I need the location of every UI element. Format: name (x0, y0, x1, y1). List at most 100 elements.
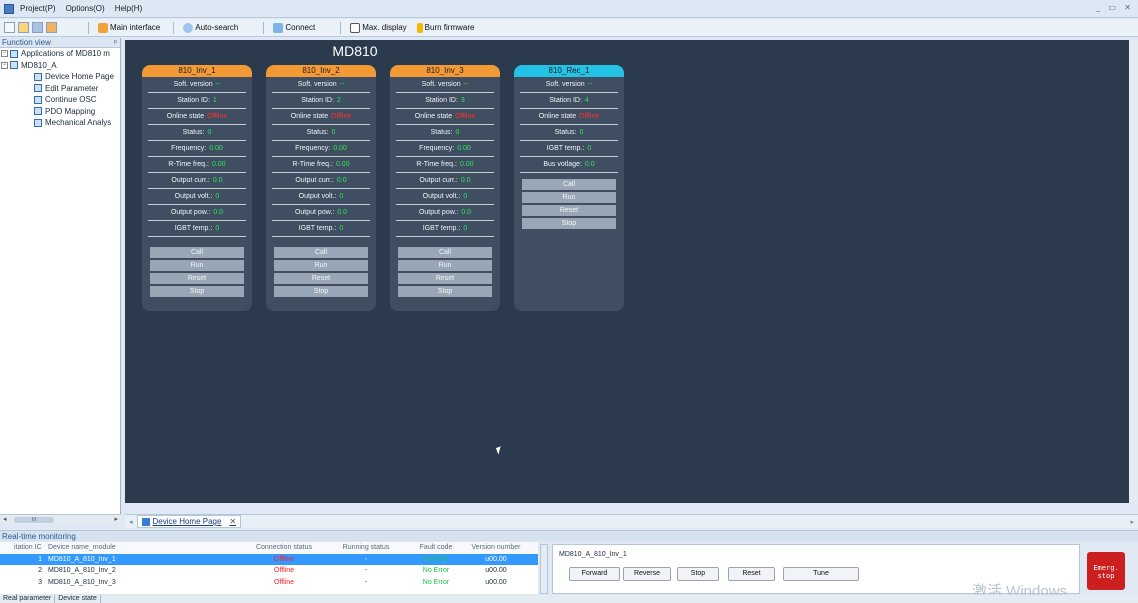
rtime-freq-row: R-Time freq.: 0.00 (148, 157, 246, 173)
connect-button[interactable]: Connect (270, 22, 318, 33)
close-icon[interactable]: ✕ (229, 517, 236, 526)
auto-search-button[interactable]: Auto-search (180, 22, 241, 33)
cell-connection: Offline (273, 578, 295, 586)
cell-fault: No Error (422, 578, 450, 586)
main-vscrollbar[interactable] (1129, 40, 1138, 503)
reset-button[interactable]: Reset (522, 205, 616, 216)
col-version-number[interactable]: Version number (466, 542, 526, 554)
menu-help[interactable]: Help(H) (115, 4, 143, 13)
reset-button[interactable]: Reset (274, 273, 368, 284)
tree-item-device-home-page[interactable]: Device Home Page (0, 71, 120, 83)
row-label: Frequency: (419, 145, 455, 152)
tab-scroll-right-icon[interactable]: ▸ (1130, 518, 1134, 526)
col-running-status[interactable]: Running status (326, 542, 406, 554)
tree-item-edit-parameter[interactable]: Edit Parameter (0, 83, 120, 95)
tab-real-parameter[interactable]: Real parameter (0, 595, 56, 603)
reset-button[interactable]: Reset (728, 567, 775, 581)
row-label: Frequency: (171, 145, 207, 152)
tree-label: Device Home Page (45, 72, 114, 81)
table-row[interactable]: 1 MD810_A_810_Inv_1 Offline - No Error u… (0, 553, 538, 565)
row-value: -- (587, 81, 593, 88)
output-curr-row: Output curr.: 0.0 (272, 173, 370, 189)
toolbar-separator (263, 21, 265, 34)
cell-name: MD810_A_810_Inv_3 (48, 578, 116, 586)
call-button[interactable]: Call (522, 179, 616, 190)
col-fault-code[interactable]: Fault code (406, 542, 466, 554)
menu-project[interactable]: Project(P) (20, 4, 56, 13)
col-connection-status[interactable]: Connection status (242, 542, 326, 554)
stop-button[interactable]: Stop (398, 286, 492, 297)
max-display-button[interactable]: Max. display (347, 22, 409, 33)
col-station-id[interactable]: itation IC (0, 542, 46, 554)
table-row[interactable]: 2 MD810_A_810_Inv_2 Offline - No Error u… (0, 565, 538, 577)
burn-firmware-button[interactable]: Burn firmware (414, 22, 478, 33)
collapse-icon[interactable]: − (1, 50, 8, 58)
run-button[interactable]: Run (522, 192, 616, 203)
reset-button[interactable]: Reset (398, 273, 492, 284)
station-id-row: Station ID: 4 (520, 93, 618, 109)
row-value: 0 (339, 193, 344, 200)
document-tab-bar: ◂ Device Home Page ✕ ▸ (125, 514, 1138, 528)
emergency-stop-button[interactable]: Emerg. stop (1087, 552, 1125, 590)
collapse-icon[interactable]: − (1, 61, 8, 69)
run-button[interactable]: Run (150, 260, 244, 271)
reset-button[interactable]: Reset (150, 273, 244, 284)
col-device-name[interactable]: Device name_module (46, 542, 242, 554)
new-file-icon[interactable] (4, 22, 15, 33)
run-button[interactable]: Run (274, 260, 368, 271)
row-label: Output volt.: (298, 193, 337, 200)
row-value: -- (215, 81, 221, 88)
call-button[interactable]: Call (150, 247, 244, 258)
tune-button[interactable]: Tune (783, 567, 859, 581)
frequency-row: Frequency: 0.00 (396, 141, 494, 157)
row-value: 0.00 (211, 161, 226, 168)
save-icon[interactable] (32, 22, 43, 33)
igbt-temp-row: IGBT temp.: 0 (148, 221, 246, 237)
pin-icon[interactable]: ᵖ (114, 38, 117, 48)
row-label: Online state (414, 113, 453, 120)
tab-device-home-page[interactable]: Device Home Page ✕ (136, 515, 242, 528)
tree-item-continue-osc[interactable]: Continue OSC (0, 94, 120, 106)
call-button[interactable]: Call (274, 247, 368, 258)
main-interface-button[interactable]: Main interface (95, 22, 163, 33)
tab-device-state[interactable]: Device state (55, 595, 101, 603)
stop-button[interactable]: Stop (677, 567, 719, 581)
soft-version-row: Soft. version -- (148, 77, 246, 93)
cell-running: - (364, 567, 368, 574)
row-label: Output pow.: (418, 209, 459, 216)
call-button[interactable]: Call (398, 247, 492, 258)
open-folder-icon[interactable] (18, 22, 29, 33)
table-row[interactable]: 3 MD810_A_810_Inv_3 Offline - No Error u… (0, 577, 538, 589)
window-controls[interactable]: _ ▭ ✕ (1096, 3, 1134, 12)
row-label: Status: (182, 129, 205, 136)
sidebar-hscrollbar[interactable]: ◂ III ▸ (0, 514, 121, 524)
reverse-button[interactable]: Reverse (623, 567, 671, 581)
tree-item-applications[interactable]: − Applications of MD810 m (0, 48, 120, 60)
row-label: Soft. version (421, 81, 461, 88)
scroll-right-arrow[interactable]: ▸ (114, 515, 118, 523)
menu-options[interactable]: Options(O) (66, 4, 105, 13)
forward-button[interactable]: Forward (569, 567, 620, 581)
stop-button[interactable]: Stop (150, 286, 244, 297)
row-value: 0.0 (461, 209, 472, 216)
page-icon (141, 517, 150, 526)
row-label: Station ID: (301, 97, 334, 104)
rtime-freq-row: R-Time freq.: 0.00 (272, 157, 370, 173)
tree-item-pdo-mapping[interactable]: PDO Mapping (0, 106, 120, 118)
tree-item-mechanical-analysis[interactable]: Mechanical Analys (0, 117, 120, 129)
stop-button[interactable]: Stop (274, 286, 368, 297)
scroll-left-arrow[interactable]: ◂ (3, 515, 7, 523)
cell-version: u00.00 (485, 567, 507, 574)
export-icon[interactable] (46, 22, 57, 33)
station-id-row: Station ID: 3 (396, 93, 494, 109)
stop-button[interactable]: Stop (522, 218, 616, 229)
table-vscrollbar[interactable] (540, 544, 548, 594)
tree-item-md810-a[interactable]: − MD810_A (0, 60, 120, 72)
burn-firmware-label: Burn firmware (424, 23, 475, 32)
run-button[interactable]: Run (398, 260, 492, 271)
cell-fault: No Error (422, 567, 450, 574)
station-id-row: Station ID: 2 (272, 93, 370, 109)
scroll-thumb[interactable]: III (14, 517, 54, 523)
tab-scroll-left-icon[interactable]: ◂ (129, 518, 133, 526)
grid-icon (10, 49, 18, 58)
